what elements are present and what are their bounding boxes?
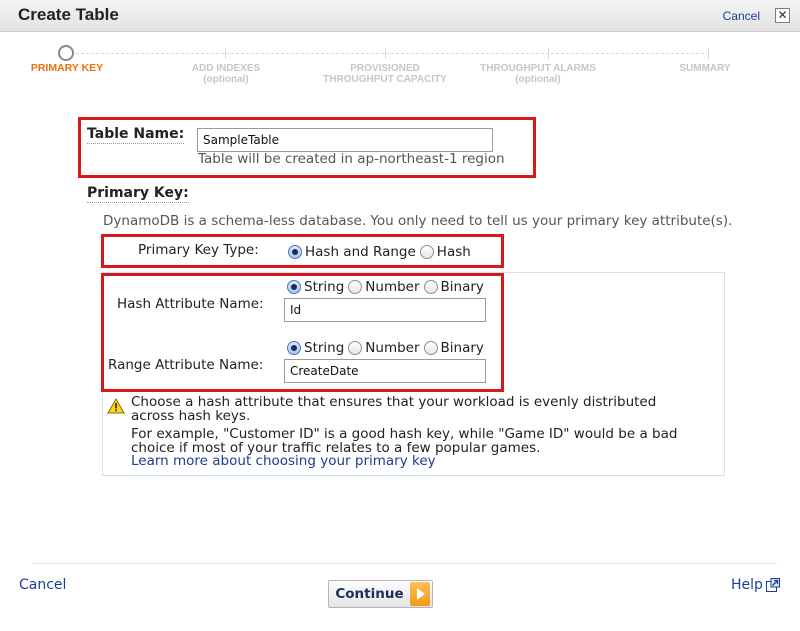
range-type-number[interactable]: Number xyxy=(348,340,420,356)
step-label: PRIMARY KEY xyxy=(30,62,104,74)
table-name-label: Table Name: xyxy=(87,126,185,144)
radio-unchecked-icon[interactable] xyxy=(423,280,438,294)
step-tick-4 xyxy=(548,48,549,59)
wizard-progress-line xyxy=(66,53,709,54)
range-attribute-label: Range Attribute Name: xyxy=(108,357,264,373)
radio-label: String xyxy=(304,279,345,295)
range-type-string[interactable]: String xyxy=(287,340,344,356)
radio-label: String xyxy=(304,340,345,356)
wizard-steps: PRIMARY KEY ADD INDEXES (optional) PROVI… xyxy=(0,44,800,94)
learn-more-link[interactable]: Learn more about choosing your primary k… xyxy=(131,453,436,469)
step-label: PROVISIONED xyxy=(350,63,420,74)
hash-attribute-type-radios: String Number Binary xyxy=(287,279,488,295)
radio-label: Number xyxy=(365,279,420,295)
step-throughput-alarms: THROUGHPUT ALARMS (optional) xyxy=(458,63,618,85)
radio-checked-icon[interactable] xyxy=(288,245,302,259)
table-name-region-hint: Table will be created in ap-northeast-1 … xyxy=(198,151,505,167)
hash-type-binary[interactable]: Binary xyxy=(423,279,484,295)
radio-label: Binary xyxy=(440,279,484,295)
step-label: THROUGHPUT ALARMS xyxy=(480,63,596,74)
hash-attribute-input[interactable] xyxy=(284,298,486,322)
hash-attribute-label: Hash Attribute Name: xyxy=(117,296,264,312)
dialog-title: Create Table xyxy=(18,5,119,24)
radio-unchecked-icon[interactable] xyxy=(423,341,438,355)
radio-label: Number xyxy=(365,340,420,356)
step-label: SUMMARY xyxy=(679,63,731,74)
table-name-input[interactable] xyxy=(197,128,493,152)
radio-unchecked-icon[interactable] xyxy=(419,245,434,259)
primary-key-description: DynamoDB is a schema-less database. You … xyxy=(103,213,733,229)
step-tick-2 xyxy=(225,48,226,59)
step-sublabel: THROUGHPUT CAPACITY xyxy=(323,74,447,85)
radio-checked-icon[interactable] xyxy=(287,341,301,355)
continue-label: Continue xyxy=(335,586,404,602)
close-icon[interactable]: ✕ xyxy=(775,8,790,23)
info-text-line-2: across hash keys. xyxy=(131,408,251,424)
external-link-icon[interactable] xyxy=(766,578,780,592)
continue-button[interactable]: Continue xyxy=(328,580,433,608)
help-link[interactable]: Help xyxy=(731,577,763,593)
radio-hash[interactable]: Hash xyxy=(419,244,471,260)
step-sublabel: (optional) xyxy=(203,74,249,85)
step-provisioned-throughput: PROVISIONED THROUGHPUT CAPACITY xyxy=(305,63,465,85)
radio-checked-icon[interactable] xyxy=(287,280,301,294)
footer-divider xyxy=(32,563,777,564)
radio-label: Hash and Range xyxy=(305,244,416,260)
primary-key-type-radios: Hash and Range Hash xyxy=(288,244,475,260)
primary-key-heading: Primary Key: xyxy=(87,185,189,203)
top-cancel-link[interactable]: Cancel xyxy=(723,9,760,23)
radio-hash-and-range[interactable]: Hash and Range xyxy=(288,244,416,260)
range-type-binary[interactable]: Binary xyxy=(423,340,484,356)
range-attribute-type-radios: String Number Binary xyxy=(287,340,488,356)
hash-type-string[interactable]: String xyxy=(287,279,344,295)
radio-label: Hash xyxy=(436,244,471,260)
step-add-indexes: ADD INDEXES (optional) xyxy=(146,63,306,85)
range-attribute-input[interactable] xyxy=(284,359,486,383)
radio-unchecked-icon[interactable] xyxy=(348,280,363,294)
radio-unchecked-icon[interactable] xyxy=(348,341,363,355)
dialog-titlebar: Create Table Cancel ✕ xyxy=(0,0,800,32)
radio-label: Binary xyxy=(440,340,484,356)
step-sublabel: (optional) xyxy=(515,74,561,85)
step-summary: SUMMARY xyxy=(625,63,785,74)
step-tick-5 xyxy=(708,48,709,59)
primary-key-type-label: Primary Key Type: xyxy=(138,242,259,258)
step-primary-key: PRIMARY KEY xyxy=(0,63,147,74)
hash-type-number[interactable]: Number xyxy=(348,279,420,295)
current-step-circle-icon xyxy=(58,45,74,61)
cancel-button[interactable]: Cancel xyxy=(19,577,66,593)
step-tick-3 xyxy=(385,48,386,59)
continue-arrow-icon xyxy=(410,582,430,606)
step-label: ADD INDEXES xyxy=(191,63,261,74)
warning-icon xyxy=(107,398,125,414)
